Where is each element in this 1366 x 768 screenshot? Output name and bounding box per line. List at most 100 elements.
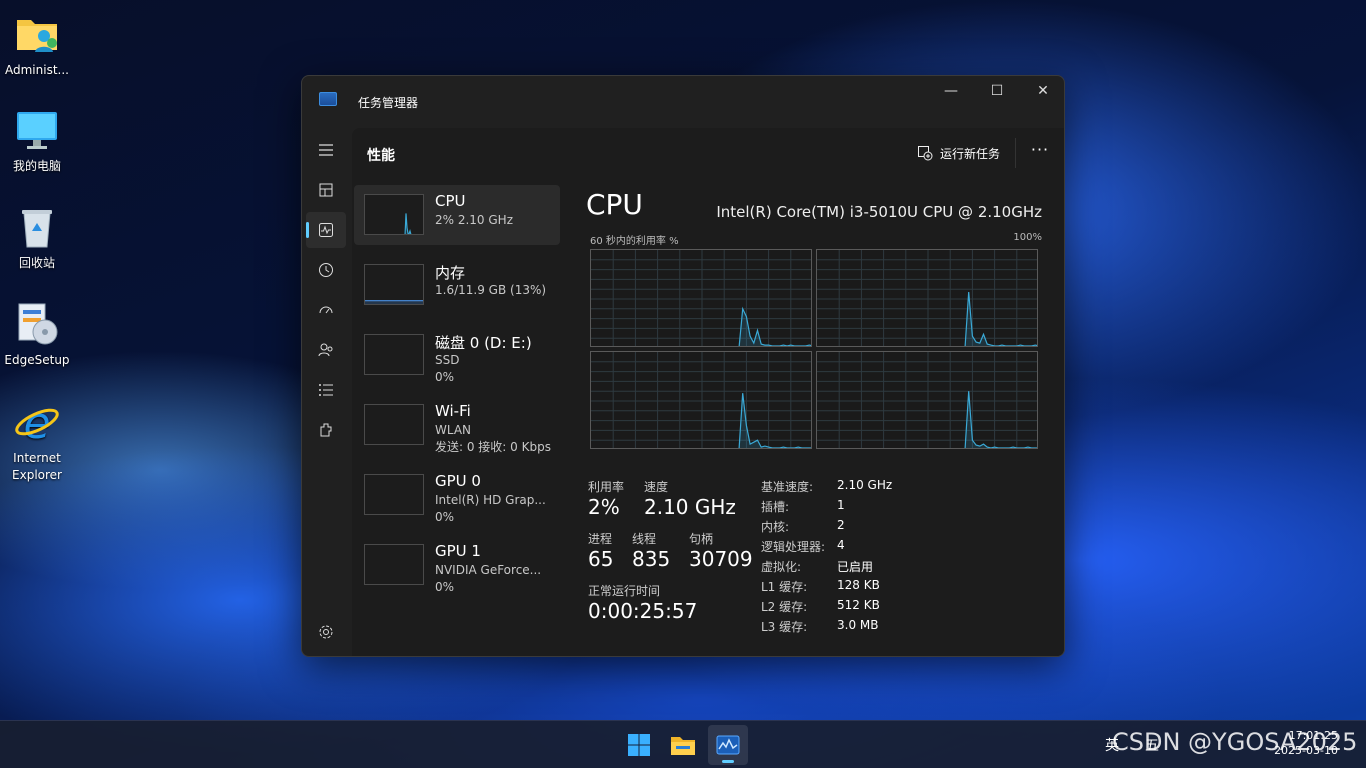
performance-icon bbox=[319, 223, 333, 237]
services-icon bbox=[320, 423, 332, 437]
device-name: GPU 0 bbox=[435, 472, 481, 490]
device-usage: 0% bbox=[435, 510, 455, 524]
cpu-thumbnail-graph bbox=[364, 194, 424, 235]
device-list: CPU 2% 2.10 GHz 内存 1.6/11.9 GB (13%) 磁盘 … bbox=[354, 185, 560, 605]
disk-thumbnail-graph bbox=[364, 334, 424, 375]
spec-value: 已启用 bbox=[837, 560, 874, 574]
task-manager-taskbar-button[interactable] bbox=[708, 725, 748, 765]
spec-value: 2 bbox=[837, 518, 845, 532]
device-name: CPU bbox=[435, 192, 466, 210]
uptime-label: 正常运行时间 bbox=[588, 584, 661, 598]
hamburger-menu-icon bbox=[319, 144, 333, 156]
nav-services[interactable] bbox=[306, 412, 346, 448]
cpu-graph-1 bbox=[816, 249, 1038, 347]
nav-performance[interactable] bbox=[306, 212, 346, 248]
gpu0-thumbnail-graph bbox=[364, 474, 424, 515]
settings-icon bbox=[319, 625, 333, 639]
windows-start-icon bbox=[628, 734, 650, 756]
cpu-thumbnail-area bbox=[405, 213, 411, 234]
title-bar[interactable]: 任务管理器 — ☐ ✕ bbox=[302, 76, 1064, 128]
run-new-task-label: 运行新任务 bbox=[940, 146, 1001, 161]
desktop-icon-label: 我的电脑 bbox=[12, 159, 61, 173]
recycle-bin-icon bbox=[13, 203, 61, 251]
close-button[interactable]: ✕ bbox=[1020, 76, 1064, 106]
spec-label: 逻辑处理器: bbox=[761, 540, 826, 554]
installer-icon bbox=[13, 300, 61, 348]
user-folder-icon bbox=[13, 10, 61, 58]
spec-label: 内核: bbox=[761, 520, 790, 534]
nav-users[interactable] bbox=[306, 332, 346, 368]
computer-icon bbox=[13, 106, 61, 154]
spec-value: 4 bbox=[837, 538, 845, 552]
nav-startup-apps[interactable] bbox=[306, 292, 346, 328]
device-item-wifi[interactable]: Wi-Fi WLAN 发送: 0 接收: 0 Kbps bbox=[354, 395, 560, 455]
memory-thumbnail-area bbox=[365, 300, 423, 304]
memory-thumbnail-graph bbox=[364, 264, 424, 305]
device-detail: 2% 2.10 GHz bbox=[435, 213, 514, 227]
close-icon: ✕ bbox=[1037, 83, 1049, 99]
spec-label: L3 缓存: bbox=[761, 620, 808, 634]
more-options-button[interactable]: ··· bbox=[1028, 140, 1052, 164]
device-item-disk[interactable]: 磁盘 0 (D: E:) SSD 0% bbox=[354, 325, 560, 385]
app-history-icon bbox=[319, 263, 333, 277]
cpu-graph-0 bbox=[590, 249, 812, 347]
cpu-model: Intel(R) Core(TM) i3-5010U CPU @ 2.10GHz bbox=[716, 203, 1042, 221]
header-divider bbox=[1015, 138, 1016, 168]
watermark: CSDN @YGOSA2025 bbox=[1112, 728, 1358, 756]
nav-details[interactable] bbox=[306, 372, 346, 408]
spec-value: 128 KB bbox=[837, 578, 880, 592]
spec-label: 基准速度: bbox=[761, 480, 814, 494]
handles-label: 句柄 bbox=[689, 532, 714, 546]
nav-app-history[interactable] bbox=[306, 252, 346, 288]
nav-processes[interactable] bbox=[306, 172, 346, 208]
minimize-button[interactable]: — bbox=[928, 76, 974, 106]
nav-settings[interactable] bbox=[306, 614, 346, 650]
internet-explorer-icon: e bbox=[13, 398, 61, 449]
desktop-icon-internet-explorer[interactable]: e Internet Explorer bbox=[0, 398, 74, 484]
cpu-thumbnail-line bbox=[404, 213, 412, 234]
spec-label: 插槽: bbox=[761, 500, 790, 514]
task-manager-window: 任务管理器 — ☐ ✕ 性能 运行新任务 ··· CPU 2% 2.10 GHz… bbox=[301, 75, 1065, 657]
device-usage: 0% bbox=[435, 370, 455, 384]
spec-value: 3.0 MB bbox=[837, 618, 879, 632]
threads-value: 835 bbox=[632, 547, 671, 571]
device-item-cpu[interactable]: CPU 2% 2.10 GHz bbox=[354, 185, 560, 245]
device-item-gpu0[interactable]: GPU 0 Intel(R) HD Grap... 0% bbox=[354, 465, 560, 525]
wifi-thumbnail-graph bbox=[364, 404, 424, 445]
processes-label: 进程 bbox=[588, 532, 613, 546]
spec-label: L2 缓存: bbox=[761, 600, 808, 614]
run-new-task-button[interactable]: 运行新任务 bbox=[917, 142, 1000, 164]
start-button[interactable] bbox=[619, 725, 659, 765]
device-detail: 1.6/11.9 GB (13%) bbox=[435, 283, 547, 297]
desktop-icon-administrator[interactable]: Administ... bbox=[0, 10, 74, 79]
cpu-graph-3 bbox=[816, 351, 1038, 449]
spec-label: 虚拟化: bbox=[761, 560, 802, 574]
desktop-icon-edgesetup[interactable]: EdgeSetup bbox=[0, 300, 74, 369]
desktop-icon-my-computer[interactable]: 我的电脑 bbox=[0, 106, 74, 175]
uptime-value: 0:00:25:57 bbox=[588, 599, 698, 623]
cpu-graph-2 bbox=[590, 351, 812, 449]
device-name: Wi-Fi bbox=[435, 402, 471, 420]
maximize-icon: ☐ bbox=[990, 83, 1004, 99]
desktop-icon-recycle-bin[interactable]: 回收站 bbox=[0, 203, 74, 272]
performance-panel: 性能 运行新任务 ··· CPU 2% 2.10 GHz 内存 1.6/11.9… bbox=[352, 128, 1064, 656]
desktop-icon-label: Internet Explorer bbox=[12, 451, 62, 482]
file-explorer-icon bbox=[671, 737, 695, 755]
device-type: SSD bbox=[435, 353, 460, 367]
device-model: Intel(R) HD Grap... bbox=[435, 493, 546, 507]
spec-value: 2.10 GHz bbox=[837, 478, 893, 492]
maximize-button[interactable]: ☐ bbox=[974, 76, 1020, 106]
startup-apps-icon bbox=[319, 306, 333, 314]
users-icon bbox=[318, 343, 333, 357]
file-explorer-button[interactable] bbox=[663, 725, 703, 765]
device-name: GPU 1 bbox=[435, 542, 481, 560]
nav-menu-button[interactable] bbox=[306, 132, 346, 168]
device-item-gpu1[interactable]: GPU 1 NVIDIA GeForce... 0% bbox=[354, 535, 560, 595]
device-item-memory[interactable]: 内存 1.6/11.9 GB (13%) bbox=[354, 255, 560, 315]
cpu-heading: CPU bbox=[586, 188, 643, 221]
speed-value: 2.10 GHz bbox=[644, 495, 736, 519]
processes-icon bbox=[319, 183, 333, 197]
spec-value: 512 KB bbox=[837, 598, 880, 612]
spec-label: L1 缓存: bbox=[761, 580, 808, 594]
desktop-icon-label: 回收站 bbox=[18, 256, 55, 270]
